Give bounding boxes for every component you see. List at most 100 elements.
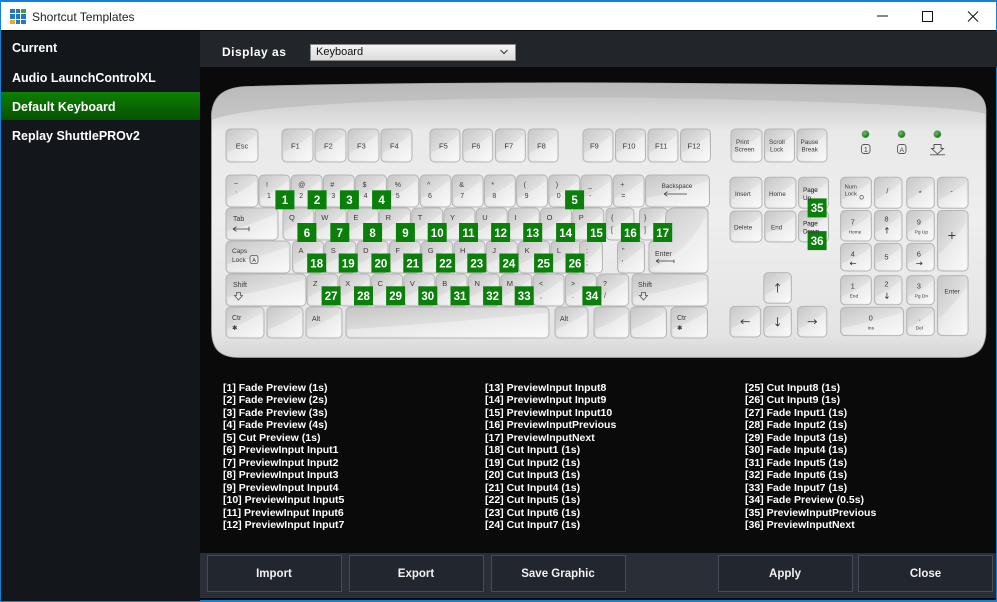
svg-text:.: . — [919, 313, 921, 322]
svg-text:27: 27 — [325, 291, 338, 303]
svg-text:0: 0 — [557, 193, 561, 200]
svg-text:Shift: Shift — [233, 282, 247, 289]
svg-text:Pg Up: Pg Up — [915, 230, 929, 236]
svg-text:End: End — [771, 225, 783, 232]
svg-text:35: 35 — [811, 203, 824, 215]
svg-text:U: U — [482, 213, 487, 222]
svg-text:21: 21 — [406, 258, 419, 270]
svg-text:': ' — [622, 260, 623, 267]
svg-text:`: ` — [235, 192, 237, 199]
svg-text:8: 8 — [369, 228, 376, 240]
svg-text:4: 4 — [364, 193, 368, 200]
svg-text:7: 7 — [460, 193, 464, 200]
svg-text:1: 1 — [851, 282, 855, 291]
svg-text:$: $ — [363, 182, 367, 189]
svg-text:31: 31 — [454, 291, 467, 303]
svg-text:E: E — [353, 213, 358, 222]
svg-text:Home: Home — [769, 191, 786, 198]
svg-text:0: 0 — [869, 313, 873, 322]
svg-text:10: 10 — [431, 228, 444, 240]
svg-text:11: 11 — [462, 228, 475, 240]
svg-text:#: # — [330, 182, 334, 189]
svg-text:Backspace: Backspace — [662, 183, 693, 190]
svg-text:✱: ✱ — [677, 324, 683, 332]
svg-text:Esc: Esc — [236, 142, 249, 151]
svg-text:3: 3 — [346, 195, 352, 207]
svg-text:F9: F9 — [590, 142, 599, 151]
svg-text:20: 20 — [375, 258, 388, 270]
svg-text:17: 17 — [656, 228, 669, 240]
svg-text:Lock: Lock — [845, 191, 857, 197]
svg-text:6: 6 — [917, 249, 921, 258]
svg-text:F11: F11 — [655, 142, 667, 151]
svg-text:Lock: Lock — [770, 147, 784, 154]
svg-text:22: 22 — [439, 258, 452, 270]
svg-text:Del: Del — [916, 325, 923, 331]
svg-text:✱: ✱ — [232, 324, 238, 332]
svg-text:R: R — [386, 213, 392, 222]
svg-text:S: S — [331, 246, 336, 255]
svg-text:~: ~ — [234, 181, 238, 188]
svg-text:Lock: Lock — [232, 257, 246, 264]
svg-text:F2: F2 — [324, 142, 333, 151]
svg-text:F5: F5 — [439, 142, 448, 151]
svg-text:18: 18 — [310, 258, 323, 270]
svg-text:15: 15 — [590, 228, 603, 240]
svg-text:2: 2 — [884, 280, 888, 289]
svg-text:_: _ — [587, 182, 592, 189]
svg-text:A: A — [299, 246, 304, 255]
svg-text:=: = — [621, 193, 625, 200]
svg-text:F1: F1 — [291, 142, 300, 151]
svg-text:4: 4 — [851, 249, 855, 258]
svg-text:5: 5 — [884, 252, 888, 261]
svg-text:36: 36 — [811, 236, 824, 248]
svg-text:Tab: Tab — [233, 216, 244, 223]
svg-text:2: 2 — [314, 195, 320, 207]
svg-text:L: L — [557, 246, 561, 255]
svg-text:24: 24 — [503, 258, 516, 270]
svg-text:1: 1 — [864, 147, 868, 154]
svg-text:Down: Down — [803, 229, 820, 236]
svg-text:.: . — [572, 293, 574, 300]
svg-text:Home: Home — [849, 230, 862, 236]
svg-text:13: 13 — [526, 228, 539, 240]
svg-text:N: N — [475, 279, 480, 288]
svg-text:5: 5 — [396, 193, 400, 200]
svg-text:K: K — [525, 246, 530, 255]
svg-text:6: 6 — [428, 193, 432, 200]
svg-text:28: 28 — [357, 291, 370, 303]
svg-text:Print: Print — [736, 139, 749, 146]
svg-text:&: & — [459, 182, 464, 189]
svg-text:+: + — [620, 182, 624, 189]
svg-text:30: 30 — [421, 291, 434, 303]
svg-text:Scroll: Scroll — [769, 139, 785, 146]
svg-text:Enter: Enter — [655, 251, 672, 258]
svg-text:%: % — [395, 182, 401, 189]
svg-text:B: B — [442, 279, 447, 288]
svg-text:H: H — [460, 246, 465, 255]
svg-text:9: 9 — [402, 228, 408, 240]
svg-text:8: 8 — [492, 193, 496, 200]
svg-text:9: 9 — [917, 218, 921, 227]
svg-text:7: 7 — [337, 228, 343, 240]
svg-text:[: [ — [611, 227, 613, 234]
svg-text:?: ? — [603, 281, 607, 288]
svg-text:6: 6 — [304, 228, 310, 240]
svg-text:*: * — [491, 182, 494, 189]
svg-text:<: < — [539, 281, 543, 288]
svg-text:Up: Up — [803, 195, 812, 202]
svg-text:Alt: Alt — [312, 316, 320, 323]
svg-text:F: F — [395, 246, 400, 255]
svg-text:A: A — [900, 147, 905, 154]
svg-text:): ) — [556, 182, 558, 189]
svg-text:Z: Z — [313, 279, 318, 288]
svg-text:;: ; — [586, 260, 588, 267]
svg-text:D: D — [363, 246, 369, 255]
svg-text:End: End — [850, 294, 859, 300]
svg-text:Page: Page — [803, 221, 818, 228]
svg-text:1: 1 — [282, 195, 289, 207]
svg-text:1: 1 — [267, 193, 271, 200]
svg-text:Screen: Screen — [735, 147, 755, 154]
svg-text:Pg Dn: Pg Dn — [915, 294, 929, 300]
svg-text:]: ] — [644, 227, 646, 234]
